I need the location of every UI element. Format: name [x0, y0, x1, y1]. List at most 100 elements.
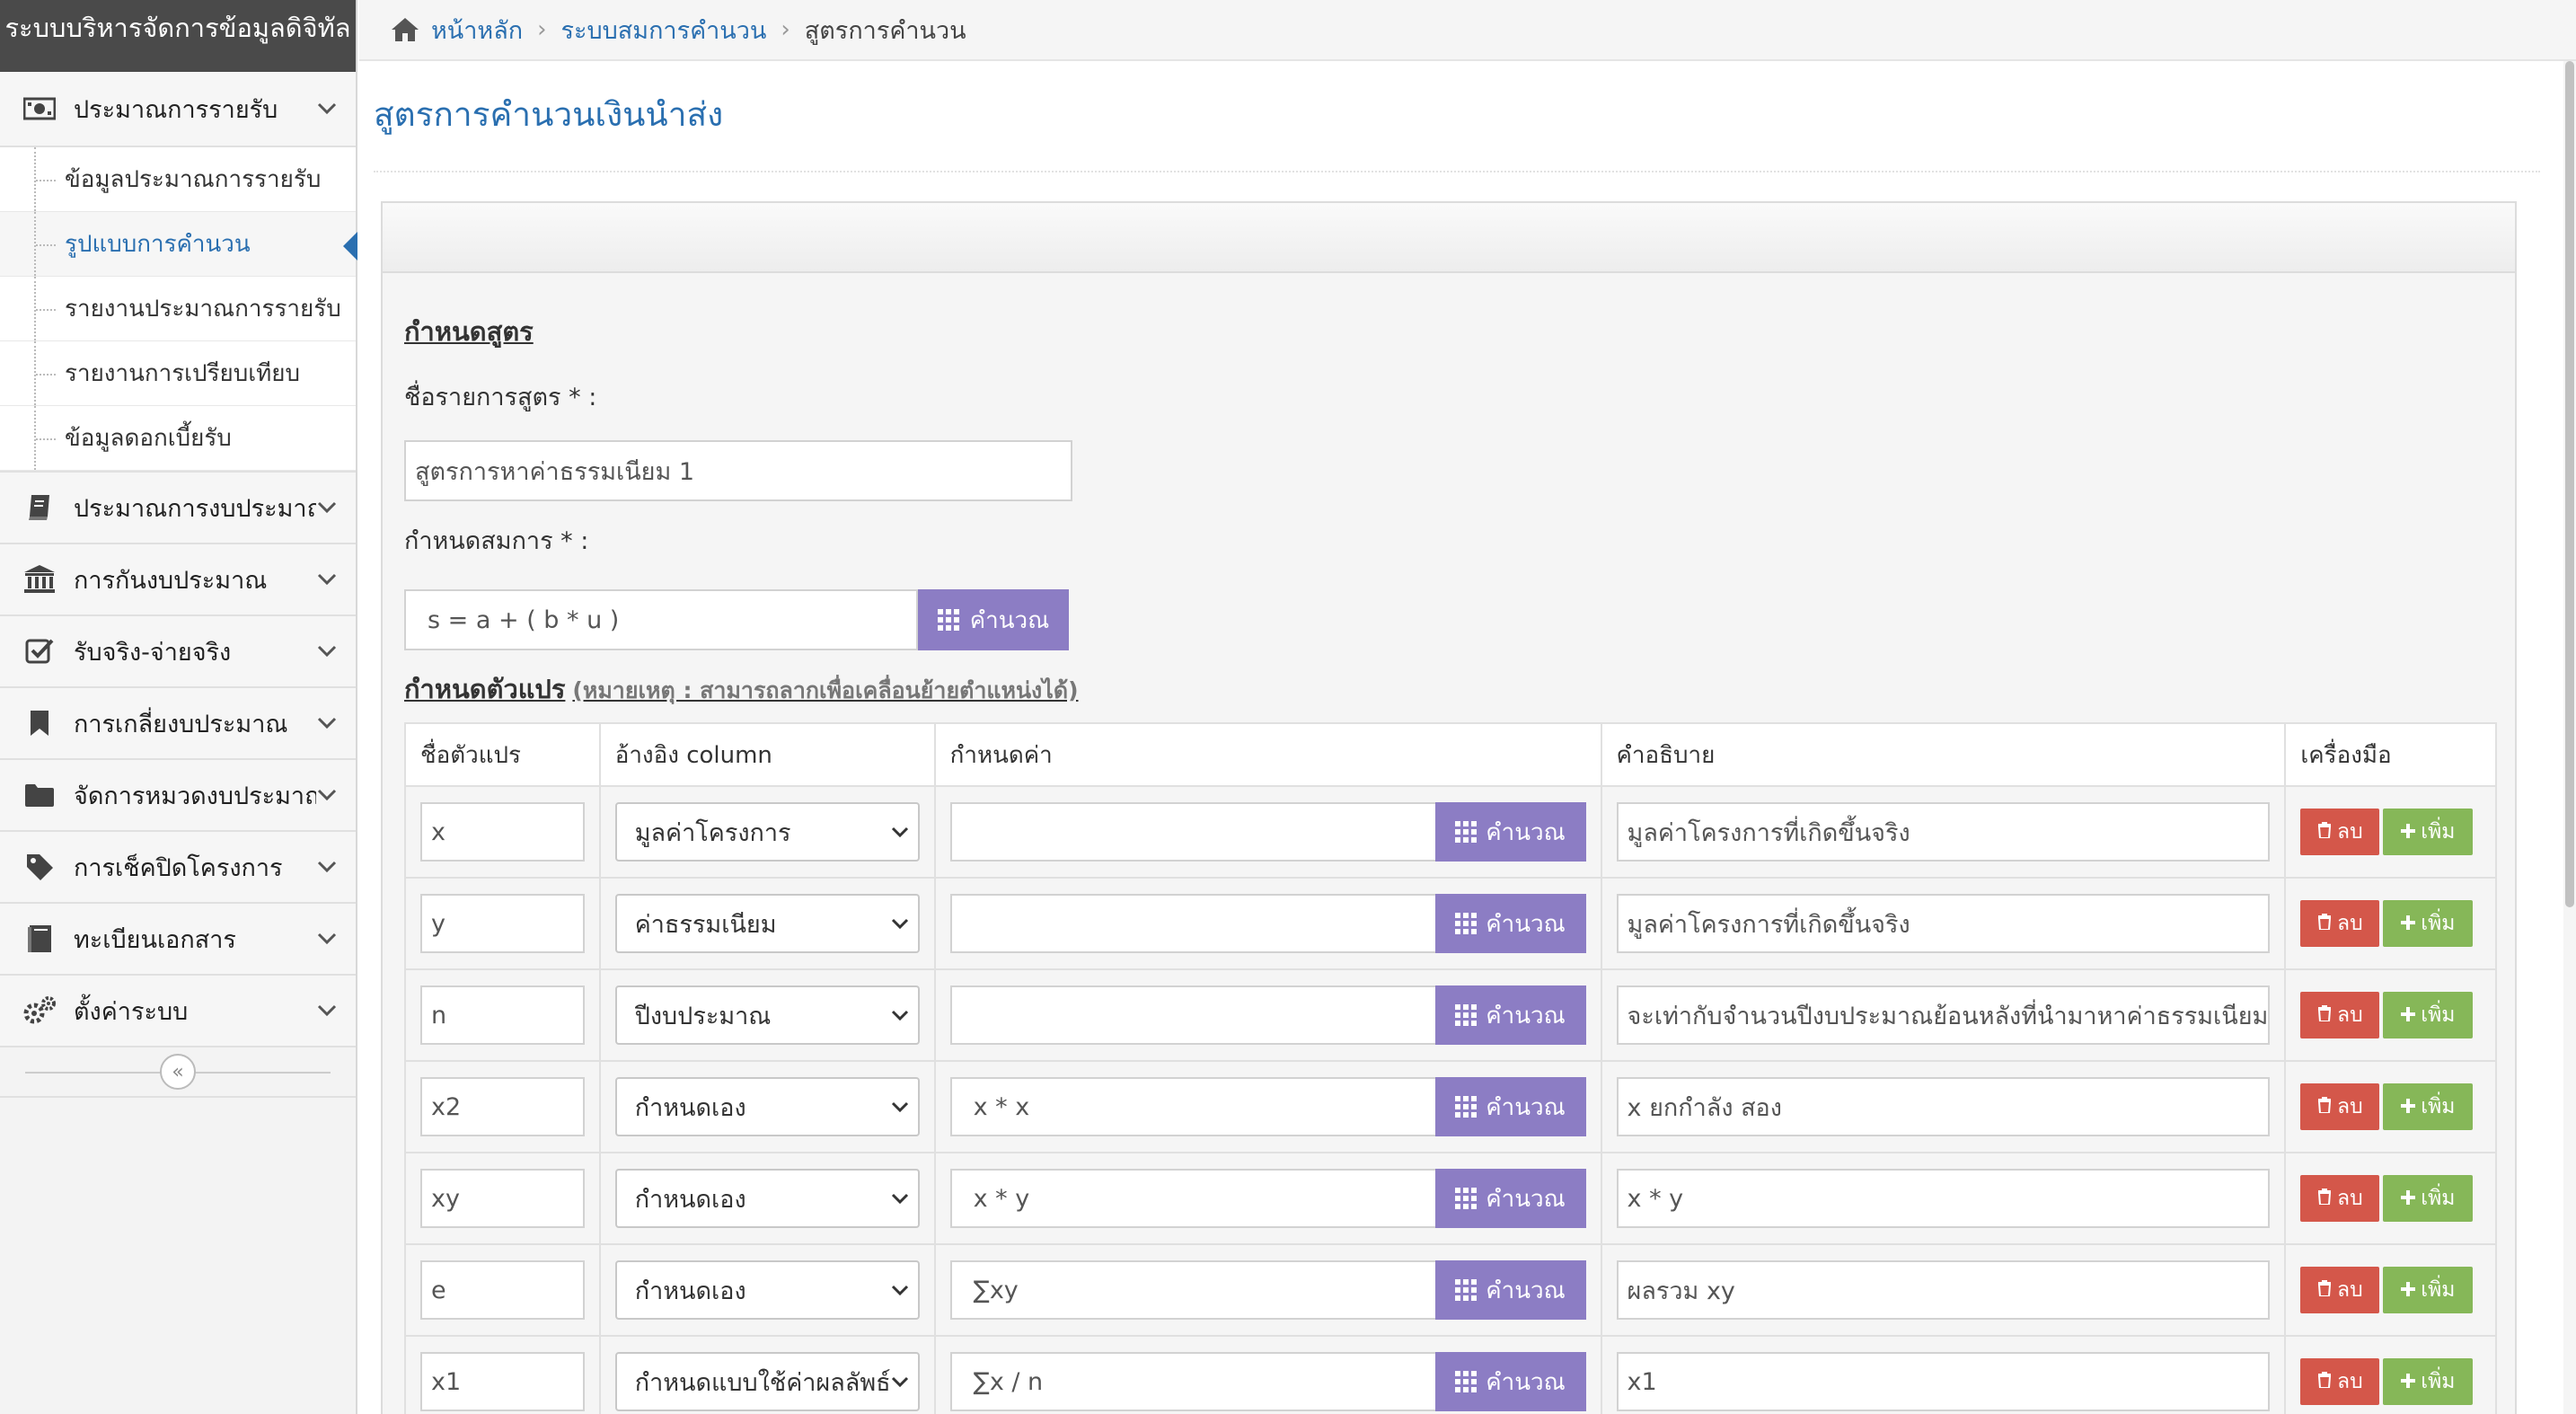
cell-name: e	[404, 1243, 601, 1337]
cell-name: y	[404, 877, 601, 970]
cell-desc: x1	[1600, 1335, 2287, 1414]
reference-column-select[interactable]: กำหนดเอง	[614, 1077, 920, 1136]
add-row-button[interactable]: เพิ่ม	[2383, 809, 2474, 855]
row-calc-label: คำนวณ	[1486, 1093, 1566, 1121]
sidebar-item-1[interactable]: ประมาณการงบประมาณ	[0, 473, 356, 544]
variable-name-input[interactable]: x2	[420, 1077, 585, 1136]
table-header-row: ชื่อตัวแปร อ้างอิง column กำหนดค่า คำอธิ…	[404, 722, 2497, 787]
sidebar-subitem-label: ข้อมูลประมาณการรายรับ	[65, 166, 322, 193]
sidebar-collapse-button[interactable]: «	[160, 1054, 196, 1090]
add-row-button[interactable]: เพิ่ม	[2383, 900, 2474, 947]
sidebar-subitem-3[interactable]: รายงานการเปรียบเทียบ	[0, 341, 356, 406]
sidebar-subitem-4[interactable]: ข้อมูลดอกเบี้ยรับ	[0, 406, 356, 471]
reference-column-select[interactable]: ค่าธรรมเนียม	[614, 894, 920, 953]
variable-value-input[interactable]: ∑x / n	[949, 1352, 1435, 1411]
variable-value-input[interactable]	[949, 985, 1435, 1045]
row-calc-button[interactable]: คำนวณ	[1434, 1352, 1586, 1411]
equation-label: กำหนดสมการ * :	[404, 527, 589, 555]
sidebar-subitem-0[interactable]: ข้อมูลประมาณการรายรับ	[0, 147, 356, 212]
chevron-down-icon	[316, 1000, 338, 1021]
sidebar-subitem-1[interactable]: รูปแบบการคำนวน	[0, 212, 357, 277]
breadcrumb-parent-link[interactable]: ระบบสมการคำนวน	[561, 11, 767, 49]
equation-calc-button[interactable]: คำนวณ	[918, 589, 1069, 650]
trash-icon	[2317, 1187, 2332, 1210]
main-content: สูตรการคำนวนเงินนำส่ง กำหนดสูตร ชื่อรายก…	[359, 61, 2576, 1414]
row-calc-button[interactable]: คำนวณ	[1434, 802, 1586, 862]
sidebar-item-6[interactable]: การเช็คปิดโครงการ	[0, 832, 356, 904]
variables-table-body: x มูลค่าโครงการ คำนวณ มูลค่าโครงการที่เก…	[404, 785, 2497, 1414]
variable-value-input[interactable]: x * x	[949, 1077, 1435, 1136]
breadcrumb-separator-icon: ›	[781, 16, 790, 43]
equation-input[interactable]: s = a + ( b * u )	[404, 589, 918, 650]
row-calc-button[interactable]: คำนวณ	[1434, 1260, 1586, 1320]
variable-description-input[interactable]: ผลรวม xy	[1616, 1260, 2271, 1320]
add-row-button[interactable]: เพิ่ม	[2383, 1267, 2474, 1313]
delete-row-button[interactable]: ลบ	[2300, 809, 2380, 855]
sidebar-item-5[interactable]: จัดการหมวดงบประมาณ	[0, 760, 356, 832]
reference-column-value: กำหนดเอง	[634, 1093, 746, 1122]
variable-description-input[interactable]: x1	[1616, 1352, 2271, 1411]
variable-description-input[interactable]: x * y	[1616, 1169, 2271, 1228]
formula-name-input[interactable]: สูตรการหาค่าธรรมเนียม 1	[404, 440, 1072, 501]
delete-row-button[interactable]: ลบ	[2300, 900, 2380, 947]
add-row-button[interactable]: เพิ่ม	[2383, 1175, 2474, 1222]
column-header-tools: เครื่องมือ	[2284, 722, 2497, 787]
chevron-down-icon	[316, 98, 338, 119]
plus-icon	[2401, 1187, 2416, 1210]
home-icon[interactable]	[390, 16, 420, 43]
breadcrumb-home-link[interactable]: หน้าหลัก	[431, 11, 523, 49]
variable-name-input[interactable]: x	[420, 802, 585, 862]
page-scrollbar[interactable]	[2563, 61, 2576, 1414]
variable-description-input[interactable]: จะเท่ากับจำนวนปีงบประมาณย้อนหลังที่นำมาห…	[1616, 985, 2271, 1045]
sidebar-item-7[interactable]: ทะเบียนเอกสาร	[0, 904, 356, 976]
formula-section-title: กำหนดสูตร	[404, 316, 534, 347]
sidebar-item-2[interactable]: การกันงบประมาณ	[0, 544, 356, 616]
add-row-button[interactable]: เพิ่ม	[2383, 1358, 2474, 1405]
delete-row-button[interactable]: ลบ	[2300, 1083, 2380, 1130]
row-calc-button[interactable]: คำนวณ	[1434, 1077, 1586, 1136]
variable-description-input[interactable]: x ยกกำลัง สอง	[1616, 1077, 2271, 1136]
variable-value-input[interactable]: ∑xy	[949, 1260, 1435, 1320]
delete-label: ลบ	[2337, 820, 2363, 844]
variable-description-input[interactable]: มูลค่าโครงการที่เกิดขึ้นจริง	[1616, 894, 2271, 953]
add-label: เพิ่ม	[2421, 1095, 2456, 1118]
variable-name-input[interactable]: n	[420, 985, 585, 1045]
sidebar-item-4[interactable]: การเกลี่ยงบประมาณ	[0, 688, 356, 760]
add-row-button[interactable]: เพิ่ม	[2383, 992, 2474, 1038]
reference-column-select[interactable]: มูลค่าโครงการ	[614, 802, 920, 862]
delete-row-button[interactable]: ลบ	[2300, 1358, 2380, 1405]
sidebar-item-3[interactable]: รับจริง-จ่ายจริง	[0, 616, 356, 688]
plus-icon	[2401, 1370, 2416, 1393]
variable-value-input[interactable]	[949, 802, 1435, 862]
variable-value-input[interactable]: x * y	[949, 1169, 1435, 1228]
reference-column-select[interactable]: ปีงบประมาณ	[614, 985, 920, 1045]
reference-column-select[interactable]: กำหนดเอง	[614, 1260, 920, 1320]
sidebar-subitem-2[interactable]: รายงานประมาณการรายรับ	[0, 277, 356, 341]
variable-name-input[interactable]: e	[420, 1260, 585, 1320]
variable-name-input[interactable]: xy	[420, 1169, 585, 1228]
panel-header	[383, 203, 2515, 273]
grid-icon	[937, 609, 959, 631]
gears-icon	[22, 993, 57, 1029]
variable-name-input[interactable]: y	[420, 894, 585, 953]
row-calc-button[interactable]: คำนวณ	[1434, 1169, 1586, 1228]
table-row: x1 กำหนดแบบใช้ค่าผลลัพธ์ ∑x / n คำนวณ x1…	[404, 1335, 2497, 1414]
delete-row-button[interactable]: ลบ	[2300, 1175, 2380, 1222]
reference-column-select[interactable]: กำหนดแบบใช้ค่าผลลัพธ์	[614, 1352, 920, 1411]
reference-column-select[interactable]: กำหนดเอง	[614, 1169, 920, 1228]
variable-value-input[interactable]	[949, 894, 1435, 953]
reference-column-value: กำหนดเอง	[634, 1277, 746, 1305]
sidebar-item-8[interactable]: ตั้งค่าระบบ	[0, 976, 356, 1047]
row-calc-button[interactable]: คำนวณ	[1434, 985, 1586, 1045]
row-calc-button[interactable]: คำนวณ	[1434, 894, 1586, 953]
variable-name-input[interactable]: x1	[420, 1352, 585, 1411]
sidebar-item-0[interactable]: ประมาณการรายรับ	[0, 72, 356, 147]
delete-row-button[interactable]: ลบ	[2300, 992, 2380, 1038]
cell-name: xy	[404, 1152, 601, 1245]
add-row-button[interactable]: เพิ่ม	[2383, 1083, 2474, 1130]
grid-icon	[1455, 821, 1478, 843]
variable-description-input[interactable]: มูลค่าโครงการที่เกิดขึ้นจริง	[1616, 802, 2271, 862]
page-scrollbar-thumb[interactable]	[2565, 61, 2574, 907]
delete-row-button[interactable]: ลบ	[2300, 1267, 2380, 1313]
variables-section-title: กำหนดตัวแปร	[404, 674, 566, 704]
